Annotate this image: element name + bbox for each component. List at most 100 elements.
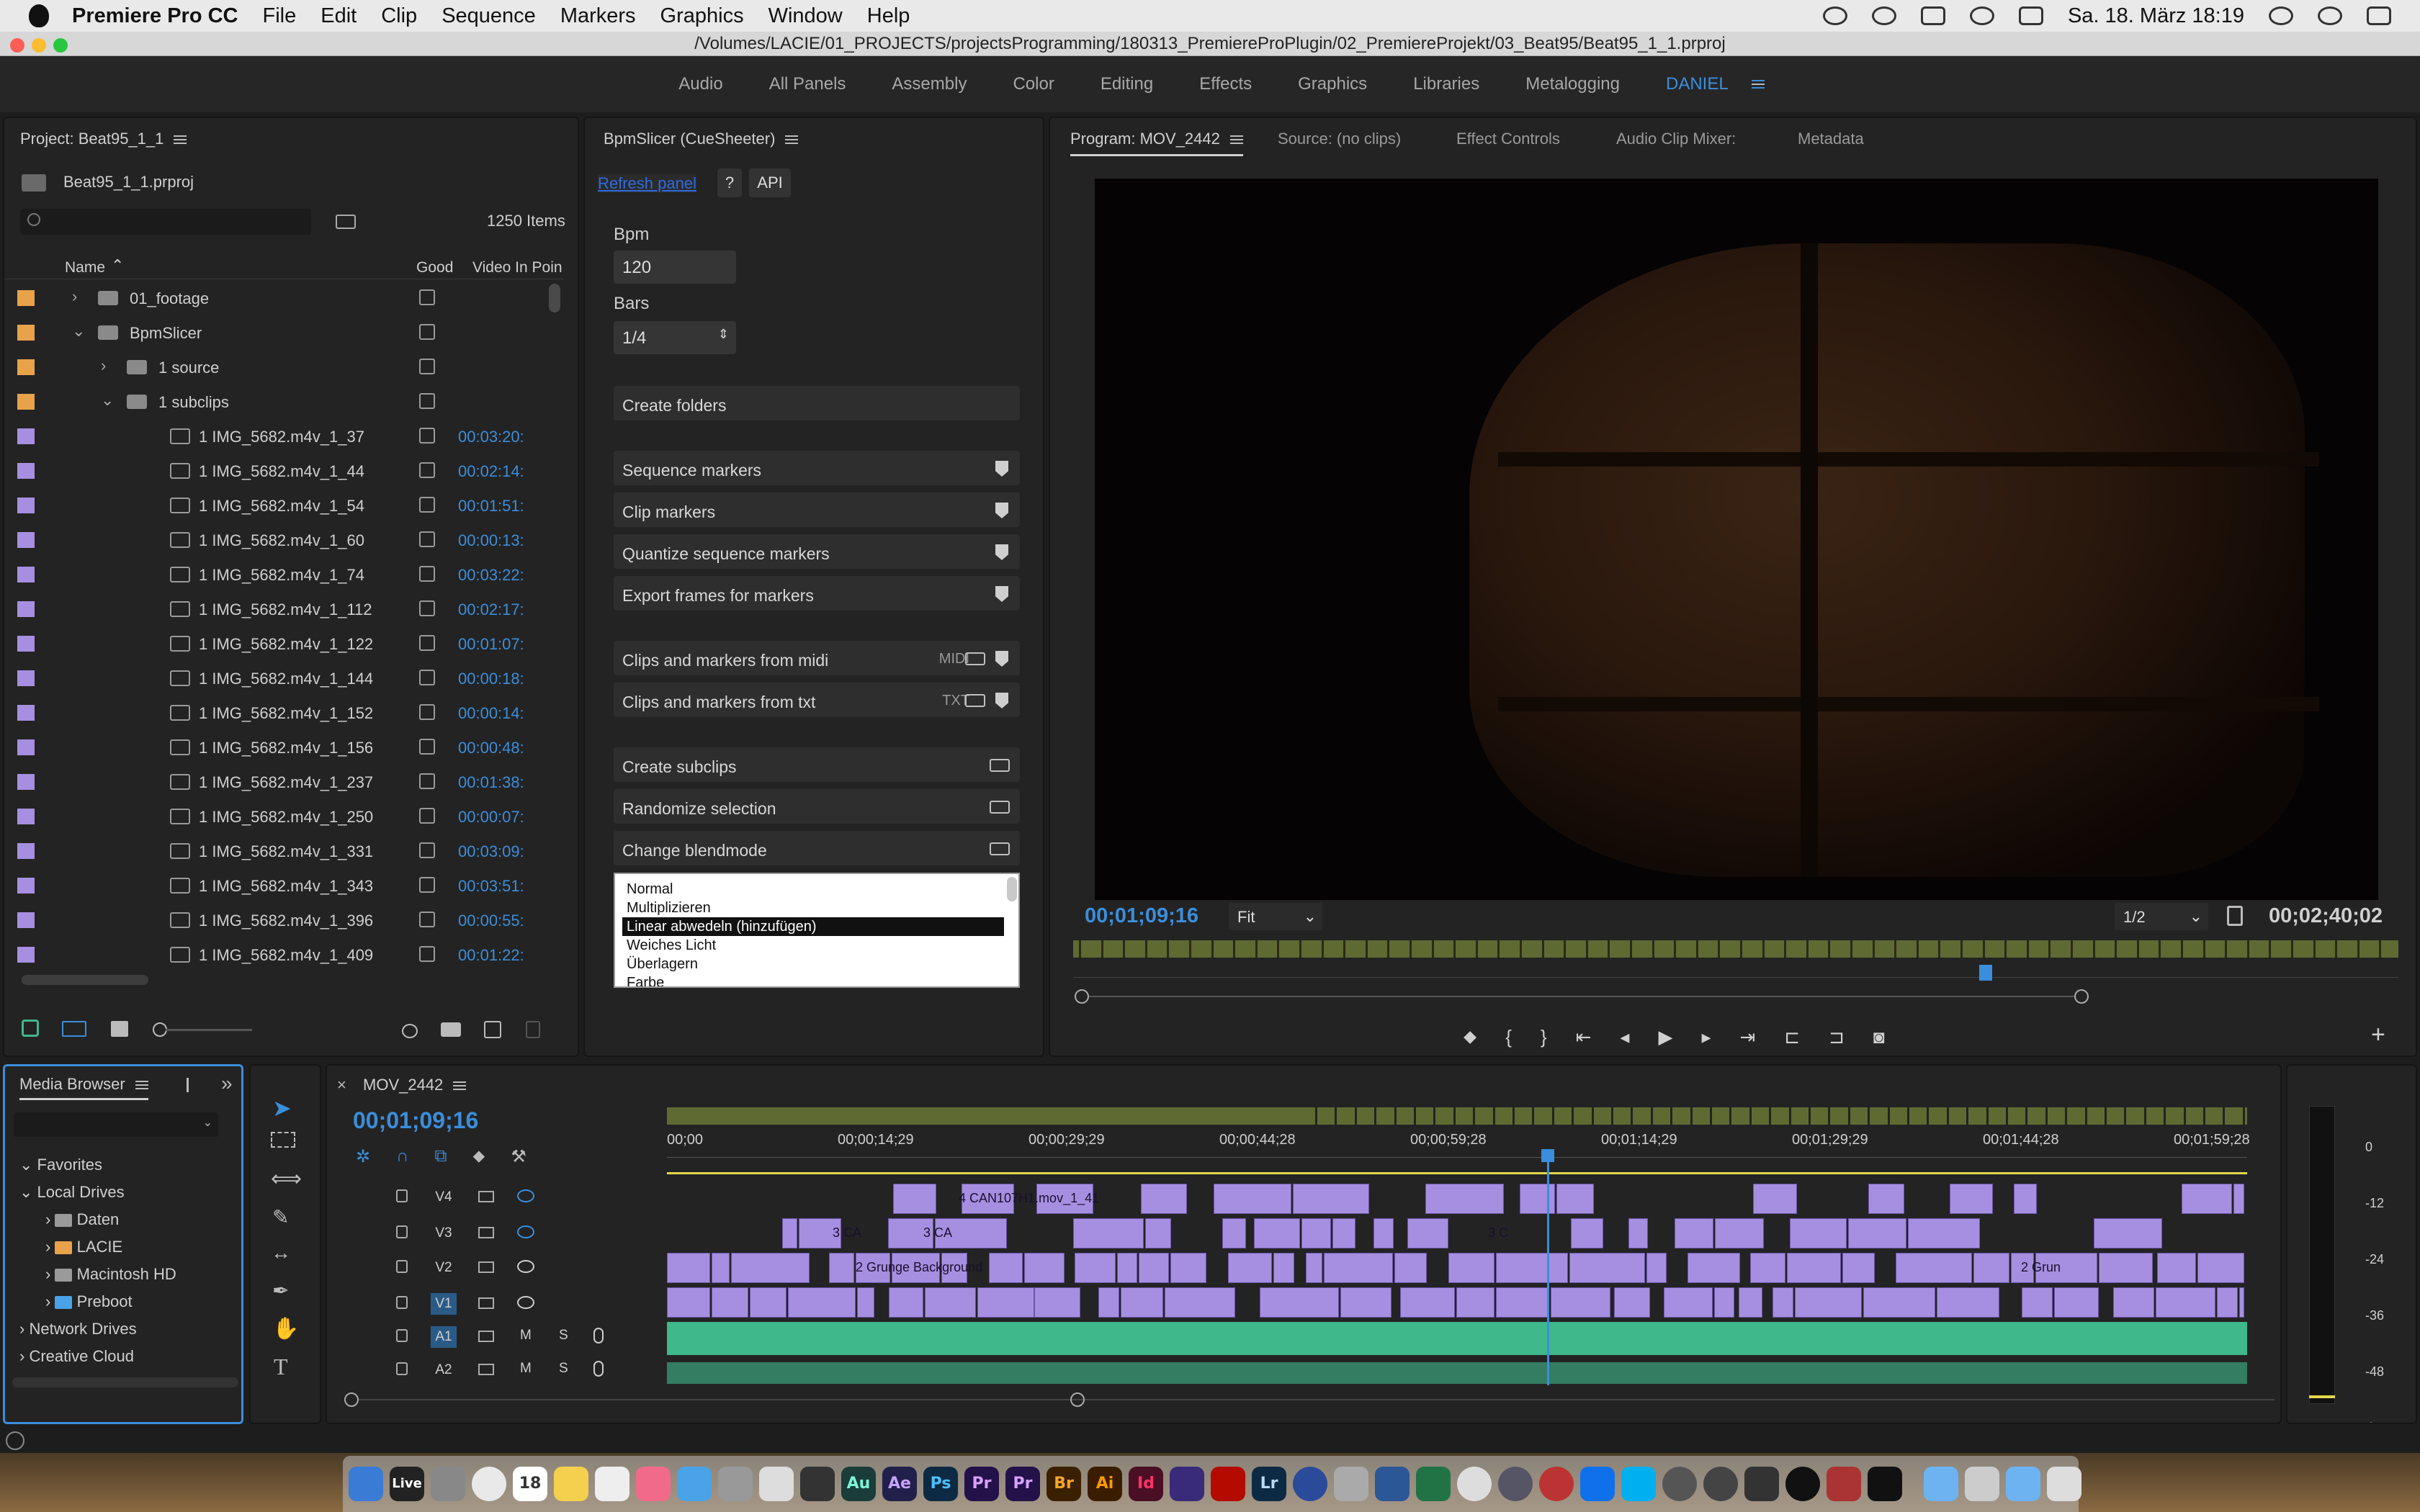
- timeline-clip[interactable]: [1323, 1253, 1394, 1283]
- project-search-input[interactable]: [20, 209, 311, 235]
- zoom-handle-right[interactable]: [2074, 989, 2089, 1004]
- sync-lock-icon[interactable]: [478, 1191, 494, 1202]
- solo-button[interactable]: S: [559, 1328, 568, 1344]
- timeline-tracks[interactable]: 4 CAN107H1.mov_1_41 3 CA 3 CA 3 C 2 Grunge B…: [667, 1174, 2247, 1385]
- timeline-clip[interactable]: [1715, 1218, 1764, 1248]
- project-clip-row[interactable]: 1 IMG_5682.m4v_1_112 00:02:17:: [4, 592, 552, 626]
- label-color-swatch[interactable]: [17, 843, 35, 859]
- column-name[interactable]: Name: [65, 259, 105, 276]
- trash-icon[interactable]: [2047, 1467, 2081, 1501]
- timeline-clip[interactable]: [1301, 1218, 1331, 1248]
- timeline-clip[interactable]: [1340, 1287, 1392, 1318]
- menu-file[interactable]: File: [263, 4, 297, 28]
- app-icon[interactable]: [1744, 1467, 1779, 1501]
- sync-lock-icon[interactable]: [478, 1364, 494, 1375]
- timeline-clip[interactable]: [1863, 1287, 1936, 1318]
- timeline-clip[interactable]: [711, 1287, 748, 1318]
- timeline-clip[interactable]: [2014, 1184, 2038, 1214]
- workspace-libraries[interactable]: Libraries: [1413, 74, 1479, 94]
- good-checkbox[interactable]: [419, 946, 435, 962]
- app-store-icon[interactable]: [677, 1467, 712, 1501]
- label-color-swatch[interactable]: [17, 325, 35, 341]
- timeline-clip[interactable]: [1950, 1184, 1993, 1214]
- timeline-settings-icon[interactable]: ⚒: [511, 1146, 526, 1167]
- timeline-clip[interactable]: [1519, 1184, 1556, 1214]
- good-checkbox[interactable]: [419, 324, 435, 340]
- zoom-slider-handle[interactable]: [153, 1022, 167, 1037]
- app-menu[interactable]: Premiere Pro CC: [72, 4, 238, 28]
- type-tool-icon[interactable]: T: [274, 1354, 288, 1380]
- project-menu-icon[interactable]: [174, 135, 187, 145]
- timeline-clip[interactable]: [1305, 1253, 1322, 1283]
- workspace-assembly[interactable]: Assembly: [892, 74, 967, 94]
- project-folder-row[interactable]: ⌄ 1 subclips: [4, 384, 552, 419]
- bpm-menu-icon[interactable]: [785, 135, 799, 145]
- notes-icon[interactable]: [554, 1467, 588, 1501]
- timeline-clip[interactable]: [1937, 1287, 1999, 1318]
- menubar-clock[interactable]: Sa. 18. März 18:19: [2068, 4, 2244, 28]
- tl-zoom-left[interactable]: [344, 1392, 359, 1407]
- tree-drive-lacie[interactable]: › LACIE: [19, 1233, 176, 1261]
- help-button[interactable]: ?: [717, 168, 742, 197]
- export-frame-icon[interactable]: ◙: [1873, 1026, 1885, 1048]
- timeline-clip[interactable]: [924, 1287, 976, 1318]
- lock-icon[interactable]: [22, 1020, 39, 1037]
- timeline-clip[interactable]: [749, 1287, 787, 1318]
- timeline-clip[interactable]: [1098, 1287, 1119, 1318]
- sort-ascending-icon[interactable]: ⌃: [111, 256, 124, 275]
- project-clip-row[interactable]: 1 IMG_5682.m4v_1_54 00:01:51:: [4, 488, 552, 523]
- timeline-clip[interactable]: [1664, 1287, 1713, 1318]
- notification-center-icon[interactable]: [2367, 6, 2391, 25]
- blendmode-option[interactable]: Normal: [622, 880, 1004, 899]
- label-color-swatch[interactable]: [17, 809, 35, 824]
- bpm-action-button[interactable]: Clip markers: [614, 492, 1020, 527]
- blendmode-option[interactable]: Überlagern: [622, 955, 1004, 973]
- program-timecode[interactable]: 00;01;09;16: [1085, 904, 1198, 928]
- program-menu-icon[interactable]: [1229, 135, 1243, 145]
- audio-clip[interactable]: [667, 1362, 2247, 1384]
- toggle-output-icon[interactable]: [517, 1225, 534, 1238]
- acrobat-icon[interactable]: [1211, 1467, 1245, 1501]
- bpm-action-button[interactable]: Export frames for markers: [614, 576, 1020, 611]
- timeline-clip[interactable]: [1140, 1184, 1187, 1214]
- good-checkbox[interactable]: [419, 635, 435, 651]
- disclosure-open-icon[interactable]: ⌄: [101, 391, 114, 410]
- menu-window[interactable]: Window: [768, 4, 843, 28]
- menu-sequence[interactable]: Sequence: [442, 4, 536, 28]
- tab-effect-controls[interactable]: Effect Controls: [1456, 130, 1560, 148]
- project-clip-row[interactable]: 1 IMG_5682.m4v_1_237 00:01:38:: [4, 765, 552, 799]
- tl-zoom-bar[interactable]: [359, 1399, 2275, 1400]
- close-sequence-icon[interactable]: ×: [337, 1076, 346, 1094]
- timeline-clip[interactable]: [1120, 1287, 1163, 1318]
- timeline-clip[interactable]: [828, 1253, 854, 1283]
- good-checkbox[interactable]: [419, 428, 435, 444]
- new-item-icon[interactable]: [484, 1021, 501, 1038]
- bpm-action-button[interactable]: Quantize sequence markers: [614, 534, 1020, 569]
- time-machine-icon[interactable]: [1871, 6, 1896, 25]
- label-color-swatch[interactable]: [17, 498, 35, 513]
- ableton-live-icon[interactable]: Live: [390, 1467, 424, 1501]
- timeline-clip[interactable]: [1074, 1253, 1116, 1283]
- tab-source[interactable]: Source: (no clips): [1278, 130, 1401, 148]
- sync-lock-icon[interactable]: [478, 1331, 494, 1342]
- good-checkbox[interactable]: [419, 842, 435, 858]
- project-clip-row[interactable]: 1 IMG_5682.m4v_1_250 00:00:07:: [4, 799, 552, 834]
- blendmode-option[interactable]: Multiplizieren: [622, 899, 1004, 917]
- label-color-swatch[interactable]: [17, 878, 35, 894]
- label-color-swatch[interactable]: [17, 636, 35, 652]
- good-checkbox[interactable]: [419, 462, 435, 478]
- tl-zoom-right[interactable]: [1070, 1392, 1085, 1407]
- program-video-frame[interactable]: [1095, 179, 2378, 900]
- premiere-icon[interactable]: Pr: [1005, 1467, 1040, 1501]
- label-color-swatch[interactable]: [17, 532, 35, 548]
- script-editor-icon[interactable]: [800, 1467, 835, 1501]
- toggle-output-icon[interactable]: [517, 1296, 534, 1309]
- menu-graphics[interactable]: Graphics: [660, 4, 744, 28]
- folder-icon[interactable]: [1924, 1467, 1958, 1501]
- timeline-clip[interactable]: [888, 1287, 923, 1318]
- track-name[interactable]: V4: [431, 1187, 457, 1208]
- timeline-clip[interactable]: [1034, 1287, 1081, 1318]
- timeline-clip[interactable]: [892, 1184, 936, 1214]
- timeline-clip[interactable]: [977, 1287, 1035, 1318]
- mute-button[interactable]: M: [520, 1328, 532, 1344]
